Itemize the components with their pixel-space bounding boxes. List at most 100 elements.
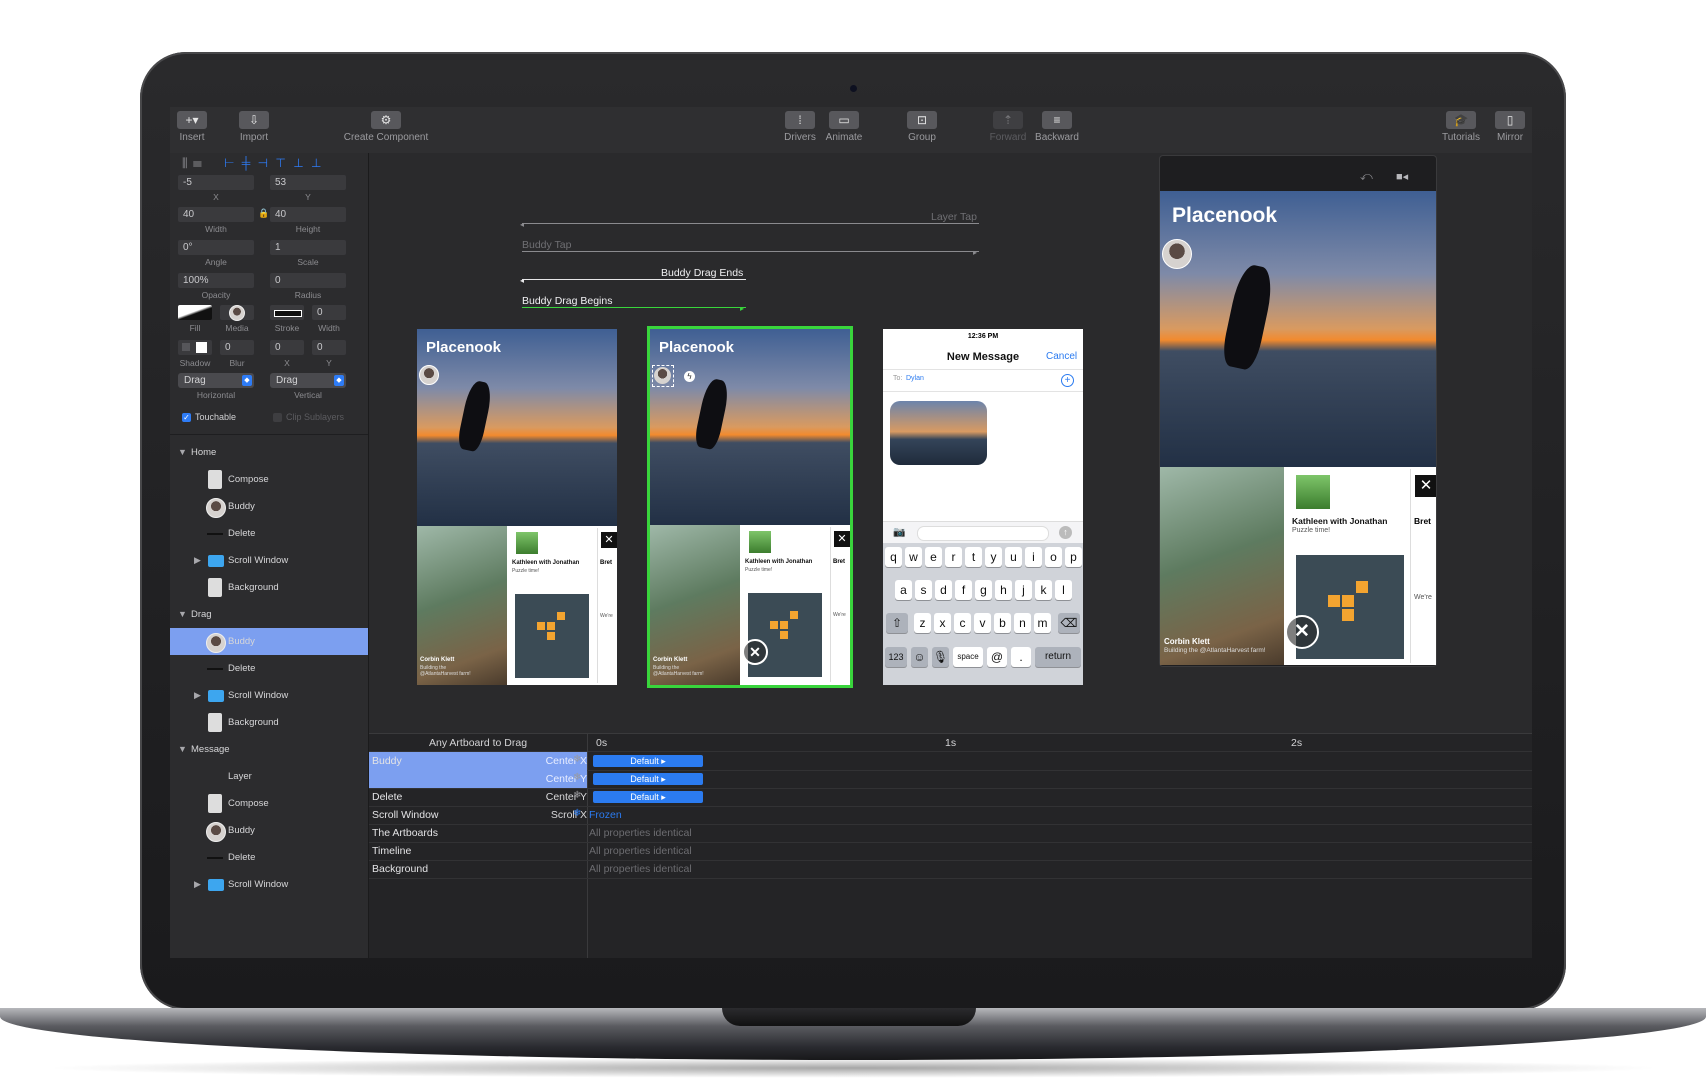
key[interactable]: z	[914, 613, 931, 633]
layer-item[interactable]: ▶ Scroll Window	[170, 682, 368, 709]
backspace-key[interactable]: ⌫	[1058, 613, 1080, 633]
key[interactable]: q	[885, 547, 902, 567]
disclosure-triangle-icon[interactable]: ▶	[194, 690, 201, 701]
y-field[interactable]: 53	[270, 175, 346, 190]
tutorials-button[interactable]: 🎓 Tutorials	[1438, 111, 1484, 143]
dot-key[interactable]: .	[1011, 647, 1031, 667]
key[interactable]: a	[895, 580, 912, 600]
key[interactable]: r	[945, 547, 962, 567]
key[interactable]: h	[995, 580, 1012, 600]
key[interactable]: k	[1035, 580, 1052, 600]
shadow-x-field[interactable]: 0	[270, 340, 304, 355]
key[interactable]: g	[975, 580, 992, 600]
key[interactable]: l	[1055, 580, 1072, 600]
forward-button[interactable]: ⇡ Forward	[986, 111, 1030, 143]
media-swatch[interactable]	[220, 305, 254, 321]
send-icon[interactable]: ↑	[1059, 526, 1072, 539]
mirror-button[interactable]: ▯ Mirror	[1492, 111, 1528, 143]
timeline-row[interactable]: Center Y ❄ Default ▸	[369, 770, 1532, 789]
layer-tap-line[interactable]	[522, 223, 979, 224]
drag-ends-line[interactable]	[522, 279, 746, 280]
freeze-icon[interactable]: ❄	[573, 808, 581, 819]
radius-field[interactable]: 0	[270, 273, 346, 288]
key[interactable]: f	[955, 580, 972, 600]
insert-button[interactable]: +▾ Insert	[176, 111, 208, 143]
key[interactable]: t	[965, 547, 982, 567]
return-key[interactable]: return	[1035, 647, 1081, 667]
add-contact-icon[interactable]: +	[1061, 374, 1074, 387]
disclosure-triangle-icon[interactable]: ▼	[178, 609, 187, 619]
camera-icon[interactable]: 📷	[893, 527, 905, 538]
space-key[interactable]: space	[953, 647, 983, 667]
timeline-row[interactable]: The Artboards All properties identical	[369, 824, 1532, 843]
disclosure-triangle-icon[interactable]: ▶	[194, 555, 201, 566]
align-tools-right[interactable]: ⊢ ╪ ⊣ ⊤ ⊥ ⊥	[224, 156, 323, 170]
layer-item[interactable]: Delete	[170, 844, 368, 871]
horizontal-select[interactable]: Drag ◆	[178, 373, 254, 388]
attached-photo[interactable]	[890, 401, 987, 465]
key[interactable]: v	[974, 613, 991, 633]
lightning-icon[interactable]: ϟ	[684, 371, 695, 382]
freeze-icon[interactable]: ❄	[573, 772, 581, 783]
vertical-select[interactable]: Drag ◆	[270, 373, 346, 388]
drivers-button[interactable]: ⁞ Drivers	[781, 111, 819, 143]
layer-item[interactable]: Buddy	[170, 493, 368, 520]
scale-field[interactable]: 1	[270, 240, 346, 255]
layer-item[interactable]: Buddy	[170, 817, 368, 844]
freeze-icon[interactable]: ❄	[573, 754, 581, 765]
stroke-width-field[interactable]: 0	[312, 305, 346, 320]
layer-item[interactable]: ▼ Message	[170, 736, 368, 763]
preview-device[interactable]: Placenook Corbin Klett Building the @Atl…	[1160, 191, 1436, 665]
drag-begins-line[interactable]	[522, 307, 746, 308]
cancel-button[interactable]: Cancel	[1046, 351, 1077, 362]
lock-icon[interactable]: 🔒	[258, 208, 269, 219]
layer-item[interactable]: Delete	[170, 520, 368, 547]
key[interactable]: m	[1034, 613, 1051, 633]
blur-field[interactable]: 0	[220, 340, 254, 355]
touchable-checkbox[interactable]: ✓	[182, 413, 191, 422]
shadow-toggle[interactable]	[178, 340, 212, 355]
key[interactable]: y	[985, 547, 1002, 567]
timeline-row[interactable]: Background All properties identical	[369, 860, 1532, 879]
curve-pill[interactable]: Default ▸	[593, 755, 703, 767]
key[interactable]: w	[905, 547, 922, 567]
layer-item[interactable]: Background	[170, 574, 368, 601]
layer-item[interactable]: ▶ Scroll Window	[170, 871, 368, 898]
clip-sublayers-checkbox[interactable]	[273, 413, 282, 422]
curve-pill[interactable]: Default ▸	[593, 773, 703, 785]
mic-key[interactable]: 🎙	[932, 647, 949, 667]
delete-button[interactable]: ✕	[1285, 615, 1319, 649]
undo-icon[interactable]: ⤺	[1360, 169, 1373, 184]
timeline-row[interactable]: Scroll Window Scroll X ❄ Frozen	[369, 806, 1532, 825]
artboard-drag[interactable]: Placenook ϟ Corbin Klett Building the @A…	[647, 326, 853, 688]
transition-name[interactable]: Any Artboard to Drag	[429, 737, 527, 749]
timeline-row[interactable]: Buddy Center X ❄ Default ▸	[369, 752, 1532, 771]
fill-swatch[interactable]	[178, 305, 212, 320]
key[interactable]: u	[1005, 547, 1022, 567]
key[interactable]: b	[994, 613, 1011, 633]
disclosure-triangle-icon[interactable]: ▼	[178, 447, 187, 457]
angle-field[interactable]: 0°	[178, 240, 254, 255]
group-button[interactable]: ⊡ Group	[904, 111, 940, 143]
backward-button[interactable]: ≡ Backward	[1032, 111, 1082, 143]
numbers-key[interactable]: 123	[885, 647, 907, 667]
buddy-tap-line[interactable]	[522, 251, 979, 252]
key[interactable]: e	[925, 547, 942, 567]
width-field[interactable]: 40	[178, 207, 254, 222]
create-component-button[interactable]: ⚙ Create Component	[338, 111, 434, 143]
align-tools-left[interactable]: ⫼ ☰	[182, 156, 203, 171]
to-recipient[interactable]: Dylan	[906, 375, 924, 382]
freeze-icon[interactable]: ❄	[573, 790, 581, 801]
curve-pill[interactable]: Default ▸	[593, 791, 703, 803]
layer-item[interactable]: Layer	[170, 763, 368, 790]
artboard-home[interactable]: Placenook Corbin Klett Building the @Atl…	[417, 329, 617, 685]
delete-button[interactable]: ✕	[742, 639, 768, 665]
layer-item[interactable]: Delete	[170, 655, 368, 682]
layer-item[interactable]: Compose	[170, 790, 368, 817]
import-button[interactable]: ⇩ Import	[236, 111, 272, 143]
key[interactable]: x	[934, 613, 951, 633]
layer-item[interactable]: ▶ Scroll Window	[170, 547, 368, 574]
video-camera-icon[interactable]: ■◂	[1396, 170, 1408, 183]
key[interactable]: o	[1045, 547, 1062, 567]
key[interactable]: d	[935, 580, 952, 600]
